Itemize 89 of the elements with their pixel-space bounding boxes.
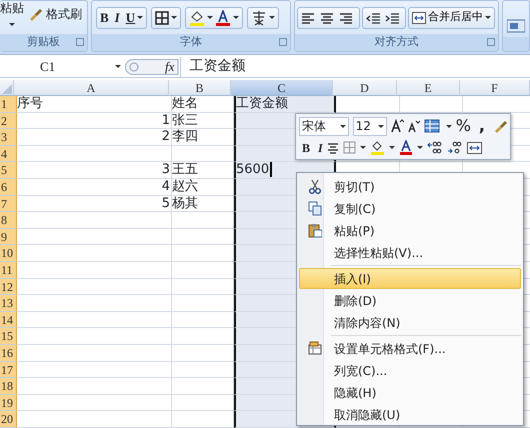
borders-icon[interactable] [155,10,170,24]
menu-item[interactable]: 隐藏(H) [299,382,521,403]
comma-button[interactable]: , [478,114,485,138]
formula-input[interactable]: 工资金额 [189,56,246,77]
cell-format-icon [308,341,322,356]
row-header[interactable]: 19 [0,394,17,412]
merge-cells-icon [412,12,426,24]
phonetic-icon[interactable] [251,10,268,26]
scissors-icon [308,179,322,194]
row-header[interactable]: 18 [0,378,17,395]
row-header[interactable]: 16 [0,344,17,362]
fill-color-icon[interactable] [370,140,385,155]
group-label: 对齐方式 [374,35,418,48]
menu-item[interactable]: 列宽(C)... [299,360,521,381]
table-cell[interactable]: 5 [17,196,172,212]
bold-button[interactable]: B [100,8,109,28]
decrease-decimal-icon[interactable] [446,141,463,154]
table-cell[interactable]: 工资金额 [234,96,336,113]
table-cell[interactable]: 2 [17,129,172,146]
menu-item[interactable]: 剪切(T) [299,176,521,197]
row-header[interactable]: 12 [0,278,17,296]
menu-item[interactable]: 粘贴(P) [299,220,521,241]
percent-button[interactable]: % [456,114,471,138]
merge-cells-icon[interactable] [466,142,482,154]
column-header[interactable]: E [397,80,460,96]
copy-icon [308,201,322,216]
row-header[interactable]: 20 [0,411,17,428]
table-cell[interactable]: 3 [17,162,172,179]
align-right-icon[interactable] [339,10,353,24]
name-box-text: C1 [40,58,56,76]
row-header[interactable]: 11 [0,262,17,279]
underline-button[interactable]: U [126,8,136,28]
font-color-icon[interactable] [398,140,413,155]
row-header[interactable]: 15 [0,328,17,345]
row-header[interactable]: 2 [0,112,17,130]
table-cell[interactable]: 1 [17,112,172,130]
brush-icon [28,7,42,21]
row-header[interactable]: 10 [0,245,17,262]
column-header[interactable]: D [333,80,397,96]
row-header[interactable]: 6 [0,178,17,196]
row-header[interactable]: 3 [0,129,17,146]
column-header[interactable]: A [14,80,169,96]
clipboard-icon [308,223,322,238]
brush-icon[interactable] [493,119,507,133]
row-header[interactable]: 7 [0,196,17,212]
row-header[interactable]: 13 [0,295,17,312]
group-label: 剪贴板 [27,35,60,48]
italic-button[interactable]: I [114,8,120,28]
row-header[interactable]: 17 [0,362,17,378]
italic-button[interactable]: I [318,138,323,156]
row-header[interactable]: 5 [0,162,17,179]
decrease-indent-icon[interactable] [366,10,380,24]
table-cell[interactable]: 序号 [17,96,172,113]
row-header[interactable]: 9 [0,228,17,246]
font-color-icon[interactable] [215,10,232,26]
column-header[interactable]: C [231,80,333,96]
grow-font-icon[interactable] [390,119,404,133]
font-name-combo[interactable]: 宋体 [299,116,349,136]
bold-button[interactable]: B [302,138,310,156]
menu-item[interactable]: 删除(D) [299,290,521,311]
row-header[interactable]: 4 [0,146,17,162]
align-left-icon[interactable] [301,10,315,24]
align-center-icon[interactable] [320,10,334,24]
menu-item[interactable]: 复制(C) [299,198,521,219]
table-format-icon[interactable] [424,119,442,133]
column-header[interactable]: B [169,80,231,96]
menu-item[interactable]: 清除内容(N) [299,312,521,333]
group-label: 字体 [180,35,202,48]
column-header[interactable]: F [460,80,530,96]
menu-item[interactable]: 选择性粘贴(V)... [299,242,521,263]
name-box[interactable]: C1 [0,56,125,76]
menu-item[interactable]: 插入(I) [299,268,521,289]
increase-decimal-icon[interactable] [426,141,443,154]
font-size-combo[interactable]: 12 [352,116,387,136]
center-align-icon[interactable] [326,142,339,154]
merge-center-button[interactable]: 合并后居中 [408,6,495,28]
row-header[interactable]: 1 [0,96,17,113]
resize-handle-icon[interactable] [125,58,179,74]
paste-button[interactable]: 粘贴 [0,1,24,26]
row-header[interactable]: 14 [0,312,17,328]
row-header[interactable]: 8 [0,212,17,229]
increase-indent-icon[interactable] [385,10,399,24]
menu-item[interactable]: 设置单元格格式(F)... [299,338,521,359]
fill-color-icon[interactable] [189,10,206,26]
format-painter-button[interactable]: 格式刷 [28,5,82,23]
shrink-font-icon[interactable] [408,120,420,132]
menu-item[interactable]: 取消隐藏(U) [299,404,521,425]
number-format-icon[interactable] [507,19,525,33]
table-cell[interactable]: 4 [17,178,172,196]
